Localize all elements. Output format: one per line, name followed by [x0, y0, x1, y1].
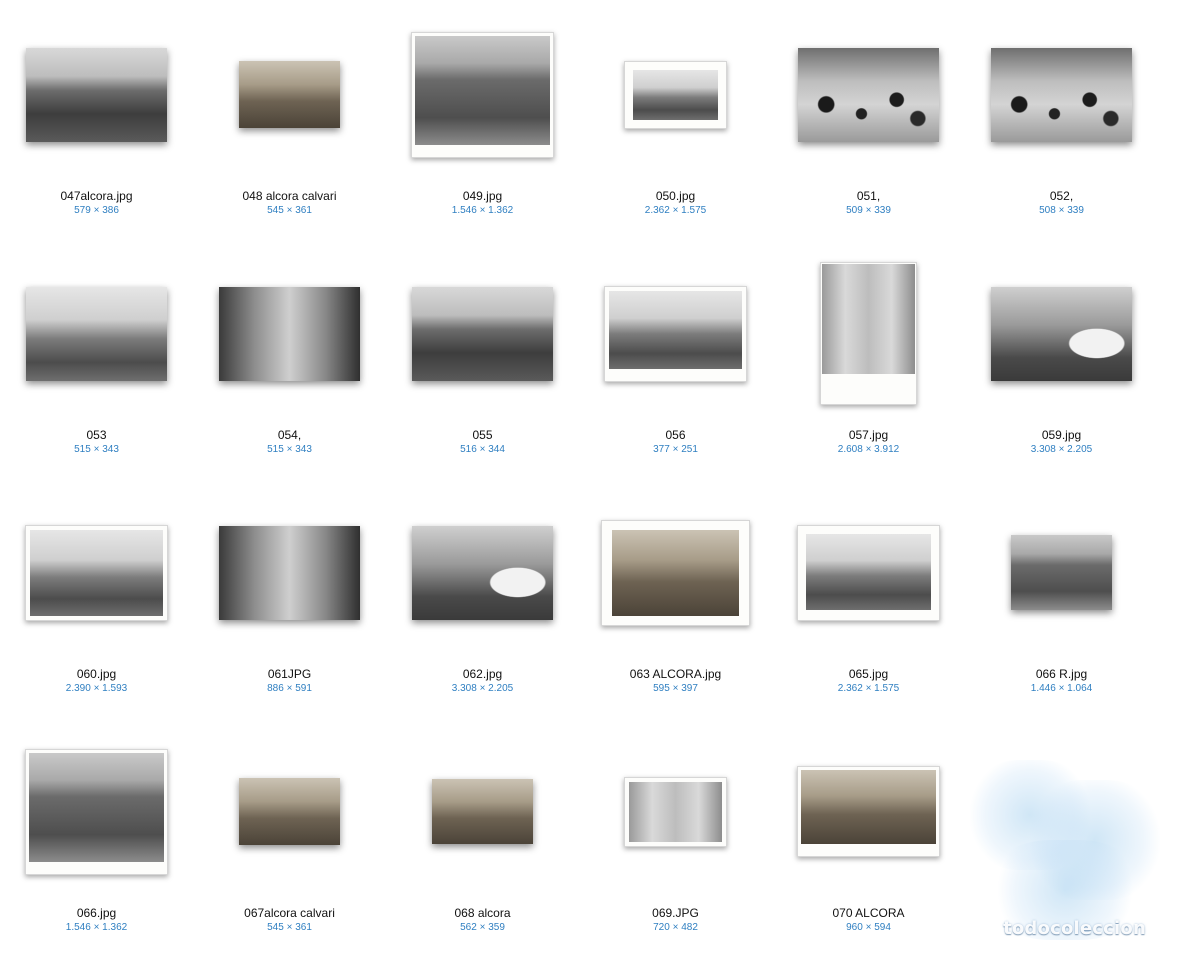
- image-dimensions: 720 × 482: [653, 922, 698, 933]
- thumbnail-image[interactable]: [604, 285, 747, 382]
- file-name[interactable]: 068 alcora: [386, 906, 579, 920]
- file-item[interactable]: 053 515 × 343: [0, 239, 193, 478]
- thumbnail-image[interactable]: [991, 47, 1132, 142]
- thumbnail-image[interactable]: [25, 748, 168, 875]
- file-item[interactable]: 062.jpg 3.308 × 2.205: [386, 478, 579, 717]
- file-name[interactable]: 051,: [772, 189, 965, 203]
- image-dimensions: 3.308 × 2.205: [1030, 444, 1093, 455]
- file-name[interactable]: 047alcora.jpg: [0, 189, 193, 203]
- file-item[interactable]: 066 R.jpg 1.446 × 1.064: [965, 478, 1158, 717]
- thumbnail-image[interactable]: [624, 60, 727, 129]
- image-dimensions: 515 × 343: [267, 444, 312, 455]
- file-item[interactable]: 051, 509 × 339: [772, 0, 965, 239]
- thumbnail-image[interactable]: [411, 31, 554, 158]
- thumbnail-image[interactable]: [412, 286, 553, 381]
- image-dimensions: 960 × 594: [846, 922, 891, 933]
- thumbnail-image[interactable]: [601, 519, 750, 626]
- thumbnail-image[interactable]: [1011, 535, 1112, 610]
- file-name[interactable]: 049.jpg: [386, 189, 579, 203]
- image-dimensions: 1.546 × 1.362: [451, 205, 514, 216]
- file-name[interactable]: 062.jpg: [386, 667, 579, 681]
- file-item[interactable]: 060.jpg 2.390 × 1.593: [0, 478, 193, 717]
- file-name[interactable]: 061JPG: [193, 667, 386, 681]
- file-name[interactable]: 065.jpg: [772, 667, 965, 681]
- thumbnail-image[interactable]: [26, 286, 167, 381]
- thumbnail-image[interactable]: [798, 47, 939, 142]
- file-item[interactable]: 066.jpg 1.546 × 1.362: [0, 717, 193, 956]
- thumbnail-image[interactable]: [219, 525, 360, 620]
- file-name[interactable]: 063 ALCORA.jpg: [579, 667, 772, 681]
- thumbnail-image[interactable]: [239, 61, 340, 128]
- file-name[interactable]: 066 R.jpg: [965, 667, 1158, 681]
- thumbnail-image[interactable]: [624, 776, 727, 847]
- file-item[interactable]: 063 ALCORA.jpg 595 × 397: [579, 478, 772, 717]
- image-dimensions: 595 × 397: [653, 683, 698, 694]
- file-item[interactable]: 065.jpg 2.362 × 1.575: [772, 478, 965, 717]
- file-name[interactable]: 048 alcora calvari: [193, 189, 386, 203]
- file-name[interactable]: 069.JPG: [579, 906, 772, 920]
- thumbnail-image[interactable]: [820, 262, 917, 405]
- image-dimensions: 886 × 591: [267, 683, 312, 694]
- file-name[interactable]: 055: [386, 428, 579, 442]
- thumbnail-image[interactable]: [219, 286, 360, 381]
- image-dimensions: 3.308 × 2.205: [451, 683, 514, 694]
- image-dimensions: 545 × 361: [267, 922, 312, 933]
- file-name[interactable]: 070 ALCORA: [772, 906, 965, 920]
- file-name[interactable]: 066.jpg: [0, 906, 193, 920]
- file-name[interactable]: 056: [579, 428, 772, 442]
- image-dimensions: 2.362 × 1.575: [644, 205, 707, 216]
- thumbnail-image[interactable]: [239, 778, 340, 845]
- image-dimensions: 515 × 343: [74, 444, 119, 455]
- image-dimensions: 1.446 × 1.064: [1030, 683, 1093, 694]
- image-dimensions: 1.546 × 1.362: [65, 922, 128, 933]
- image-dimensions: 508 × 339: [1039, 205, 1084, 216]
- file-item[interactable]: 054, 515 × 343: [193, 239, 386, 478]
- file-item[interactable]: 050.jpg 2.362 × 1.575: [579, 0, 772, 239]
- thumbnail-image[interactable]: [797, 766, 940, 857]
- image-dimensions: 377 × 251: [653, 444, 698, 455]
- file-item[interactable]: 057.jpg 2.608 × 3.912: [772, 239, 965, 478]
- file-name[interactable]: 052,: [965, 189, 1158, 203]
- image-dimensions: 509 × 339: [846, 205, 891, 216]
- thumbnail-image[interactable]: [25, 524, 168, 621]
- thumbnail-image[interactable]: [432, 779, 533, 844]
- file-item[interactable]: 068 alcora 562 × 359: [386, 717, 579, 956]
- file-item[interactable]: 047alcora.jpg 579 × 386: [0, 0, 193, 239]
- file-item[interactable]: 052, 508 × 339: [965, 0, 1158, 239]
- file-item[interactable]: 067alcora calvari 545 × 361: [193, 717, 386, 956]
- file-name[interactable]: 057.jpg: [772, 428, 965, 442]
- image-dimensions: 516 × 344: [460, 444, 505, 455]
- image-dimensions: 545 × 361: [267, 205, 312, 216]
- thumbnail-image[interactable]: [26, 47, 167, 142]
- file-item[interactable]: 061JPG 886 × 591: [193, 478, 386, 717]
- image-dimensions: 562 × 359: [460, 922, 505, 933]
- file-name[interactable]: 067alcora calvari: [193, 906, 386, 920]
- file-name[interactable]: 054,: [193, 428, 386, 442]
- file-item[interactable]: 070 ALCORA 960 × 594: [772, 717, 965, 956]
- thumbnail-image[interactable]: [412, 525, 553, 620]
- image-dimensions: 2.390 × 1.593: [65, 683, 128, 694]
- file-name[interactable]: 059.jpg: [965, 428, 1158, 442]
- file-item[interactable]: 048 alcora calvari 545 × 361: [193, 0, 386, 239]
- file-name[interactable]: 060.jpg: [0, 667, 193, 681]
- file-item[interactable]: 056 377 × 251: [579, 239, 772, 478]
- image-dimensions: 2.362 × 1.575: [837, 683, 900, 694]
- file-name[interactable]: 053: [0, 428, 193, 442]
- image-dimensions: 579 × 386: [74, 205, 119, 216]
- watermark-logo: todocoleccion: [970, 760, 1160, 945]
- watermark-text: todocoleccion: [1003, 918, 1146, 939]
- file-item[interactable]: 055 516 × 344: [386, 239, 579, 478]
- thumbnail-image[interactable]: [797, 524, 940, 621]
- file-item[interactable]: 059.jpg 3.308 × 2.205: [965, 239, 1158, 478]
- file-item[interactable]: 069.JPG 720 × 482: [579, 717, 772, 956]
- image-dimensions: 2.608 × 3.912: [837, 444, 900, 455]
- thumbnail-image[interactable]: [991, 286, 1132, 381]
- file-name[interactable]: 050.jpg: [579, 189, 772, 203]
- file-item[interactable]: 049.jpg 1.546 × 1.362: [386, 0, 579, 239]
